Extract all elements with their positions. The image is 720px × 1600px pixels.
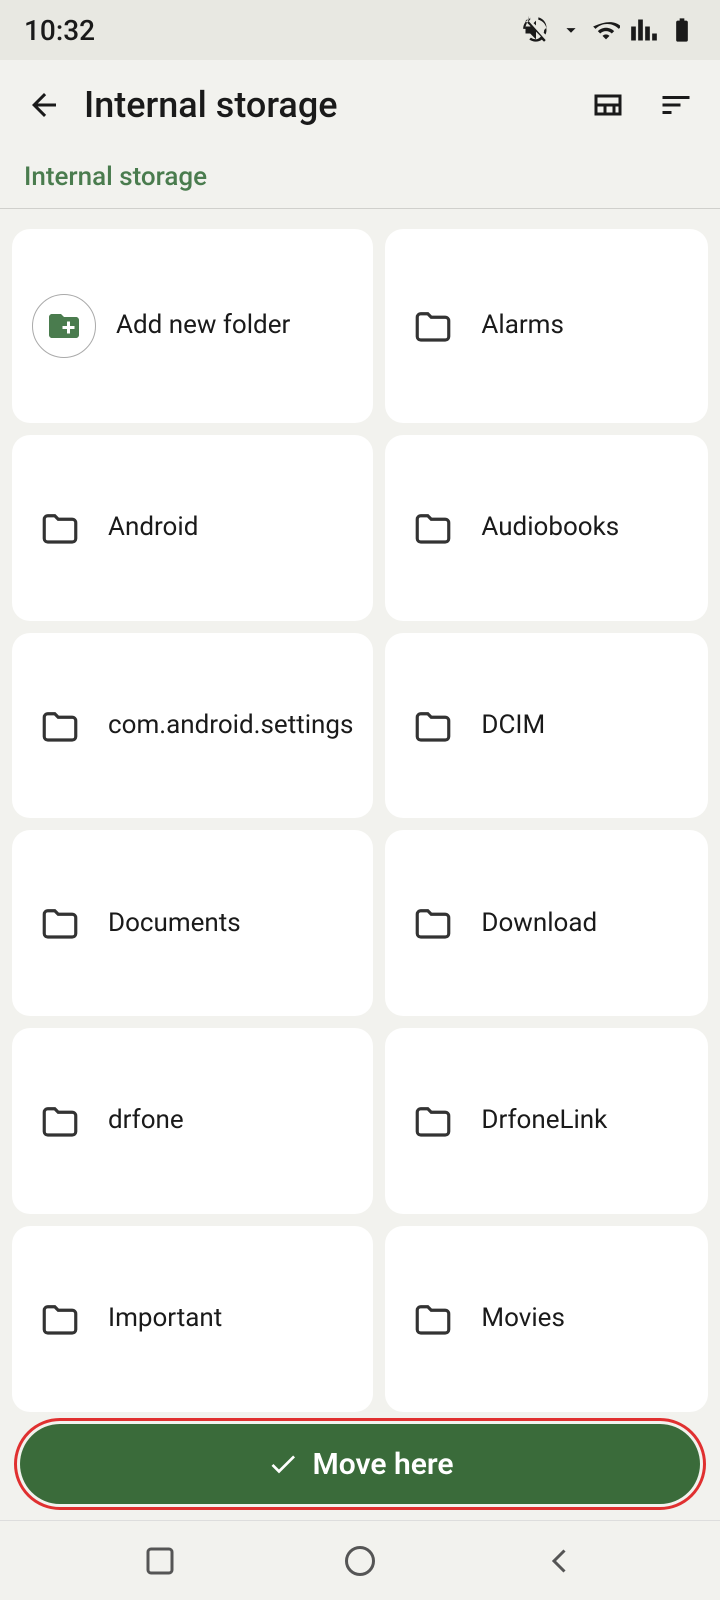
folder-icon-com-android-settings xyxy=(32,698,88,754)
folder-item-audiobooks[interactable]: Audiobooks xyxy=(385,435,708,621)
folder-item-com-android-settings[interactable]: com.android.settings xyxy=(12,633,373,819)
mute-icon xyxy=(522,16,550,44)
folder-item-important[interactable]: Important xyxy=(12,1226,373,1412)
folder-item-documents[interactable]: Documents xyxy=(12,830,373,1016)
folder-item-android[interactable]: Android xyxy=(12,435,373,621)
bottom-bar: Move here xyxy=(0,1412,720,1520)
back-nav-button[interactable] xyxy=(530,1531,590,1591)
folder-item-drfonelink[interactable]: DrfoneLink xyxy=(385,1028,708,1214)
folder-item-drfone[interactable]: drfone xyxy=(12,1028,373,1214)
folder-label-audiobooks: Audiobooks xyxy=(481,511,619,545)
move-here-label: Move here xyxy=(313,1447,454,1482)
folder-label-important: Important xyxy=(108,1302,222,1336)
folder-item-alarms[interactable]: Alarms xyxy=(385,229,708,423)
folder-label-drfone: drfone xyxy=(108,1104,184,1138)
folder-label-documents: Documents xyxy=(108,907,241,941)
home-button[interactable] xyxy=(330,1531,390,1591)
back-button[interactable] xyxy=(20,81,68,129)
folder-label-android: Android xyxy=(108,511,198,545)
folder-label-dcim: DCIM xyxy=(481,709,545,743)
signal-icon xyxy=(630,16,658,44)
folder-icon-movies xyxy=(405,1291,461,1347)
folder-icon-download xyxy=(405,895,461,951)
folder-icon-important xyxy=(32,1291,88,1347)
folder-label-com-android-settings: com.android.settings xyxy=(108,709,353,743)
battery-icon xyxy=(668,16,696,44)
app-bar-actions xyxy=(584,81,700,129)
divider xyxy=(0,208,720,209)
nav-bar xyxy=(0,1520,720,1600)
folder-label-add-new-folder: Add new folder xyxy=(116,309,290,343)
folder-item-dcim[interactable]: DCIM xyxy=(385,633,708,819)
page-title: Internal storage xyxy=(84,84,568,126)
folder-label-download: Download xyxy=(481,907,597,941)
wifi-icon xyxy=(592,16,620,44)
check-icon xyxy=(267,1448,299,1480)
app-bar: Internal storage xyxy=(0,60,720,150)
folder-grid: Add new folder Alarms Android xyxy=(0,217,720,1412)
grid-view-button[interactable] xyxy=(584,81,632,129)
folder-icon-android xyxy=(32,500,88,556)
folder-label-movies: Movies xyxy=(481,1302,564,1336)
dropdown-icon xyxy=(560,19,582,41)
status-time: 10:32 xyxy=(24,14,95,47)
add-folder-icon xyxy=(32,294,96,358)
status-icons xyxy=(522,16,696,44)
folder-label-alarms: Alarms xyxy=(481,309,563,343)
folder-item-download[interactable]: Download xyxy=(385,830,708,1016)
status-bar: 10:32 xyxy=(0,0,720,60)
folder-icon-alarms xyxy=(405,298,461,354)
folder-icon-documents xyxy=(32,895,88,951)
folder-icon-audiobooks xyxy=(405,500,461,556)
folder-icon-drfone xyxy=(32,1093,88,1149)
folder-icon-drfonelink xyxy=(405,1093,461,1149)
move-here-button[interactable]: Move here xyxy=(20,1424,700,1504)
folder-icon-dcim xyxy=(405,698,461,754)
sort-button[interactable] xyxy=(652,81,700,129)
folder-item-add-new-folder[interactable]: Add new folder xyxy=(12,229,373,423)
recent-apps-button[interactable] xyxy=(130,1531,190,1591)
breadcrumb-section: Internal storage xyxy=(0,150,720,208)
folder-item-movies[interactable]: Movies xyxy=(385,1226,708,1412)
breadcrumb: Internal storage xyxy=(24,162,207,192)
folder-label-drfonelink: DrfoneLink xyxy=(481,1104,607,1138)
